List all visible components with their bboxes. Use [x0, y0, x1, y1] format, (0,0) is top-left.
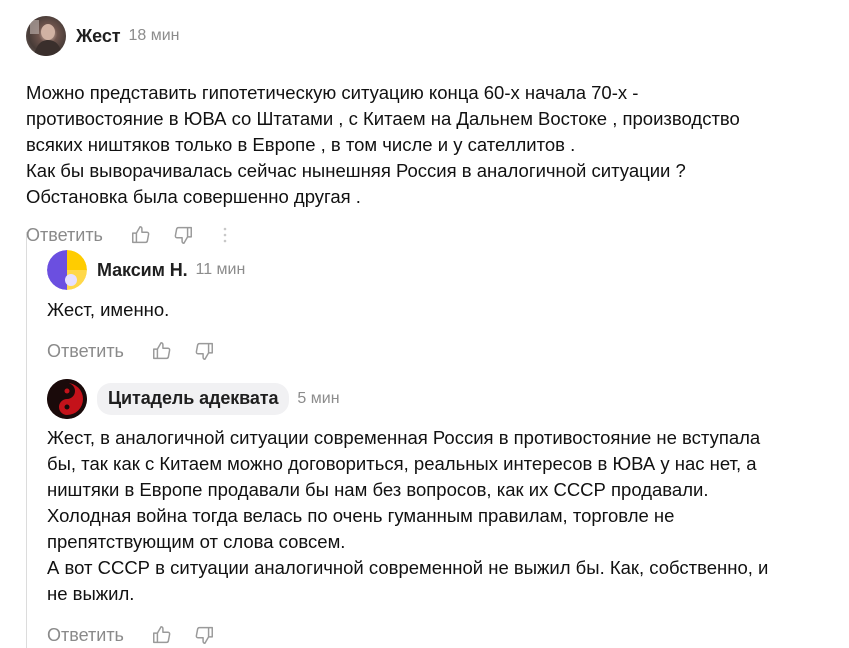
comment: Жест 18 мин Можно представить гипотетиче…: [26, 16, 826, 248]
comment-text: Жест, в аналогичной ситуации современная…: [47, 427, 769, 604]
timestamp: 11 мин: [195, 261, 246, 278]
author-name[interactable]: Максим Н.: [97, 260, 188, 281]
user-photo-avatar-icon: [26, 16, 66, 56]
comment-text: Жест, именно.: [47, 299, 170, 320]
comment-text: Можно представить гипотетическую ситуаци…: [26, 82, 740, 207]
dislike-button[interactable]: [192, 339, 216, 363]
thumbs-up-icon: [152, 626, 171, 644]
like-button[interactable]: [150, 339, 174, 363]
comment-actions: Ответить: [26, 222, 826, 248]
timestamp: 5 мин: [297, 390, 340, 407]
author-name: Цитадель адеквата: [108, 388, 279, 408]
thread-line: [26, 232, 27, 648]
more-dots-icon: [223, 227, 227, 243]
thumbs-down-icon: [195, 342, 213, 360]
thumbs-up-icon: [152, 342, 171, 360]
thumbs-down-icon: [195, 626, 213, 644]
dislike-button[interactable]: [171, 223, 195, 247]
author-badge[interactable]: Цитадель адеквата: [97, 383, 290, 415]
comment-actions: Ответить: [47, 622, 837, 648]
like-button[interactable]: [150, 623, 174, 647]
thumbs-down-icon: [174, 226, 192, 244]
reply-comment: Максим Н. 11 мин Жест, именно. Ответить: [47, 250, 827, 364]
reply-button[interactable]: Ответить: [47, 341, 124, 362]
thumbs-up-icon: [131, 226, 150, 244]
user-avatar[interactable]: [47, 250, 87, 290]
comment-header: Максим Н. 11 мин: [47, 250, 827, 290]
reply-button[interactable]: Ответить: [26, 225, 103, 246]
comment-header: Жест 18 мин: [26, 16, 826, 56]
more-options-button[interactable]: [213, 223, 237, 247]
author-name[interactable]: Жест: [76, 26, 121, 47]
comment-actions: Ответить: [47, 338, 827, 364]
user-avatar[interactable]: [47, 379, 87, 419]
geometric-avatar-icon: [47, 250, 87, 290]
dislike-button[interactable]: [192, 623, 216, 647]
timestamp: 18 мин: [128, 27, 180, 44]
user-avatar[interactable]: [26, 16, 66, 56]
like-button[interactable]: [129, 223, 153, 247]
yin-yang-avatar-icon: [47, 379, 87, 419]
comment-header: Цитадель адеквата 5 мин: [47, 379, 837, 419]
reply-button[interactable]: Ответить: [47, 625, 124, 646]
reply-comment: Цитадель адеквата 5 мин Жест, в аналогич…: [47, 379, 837, 648]
